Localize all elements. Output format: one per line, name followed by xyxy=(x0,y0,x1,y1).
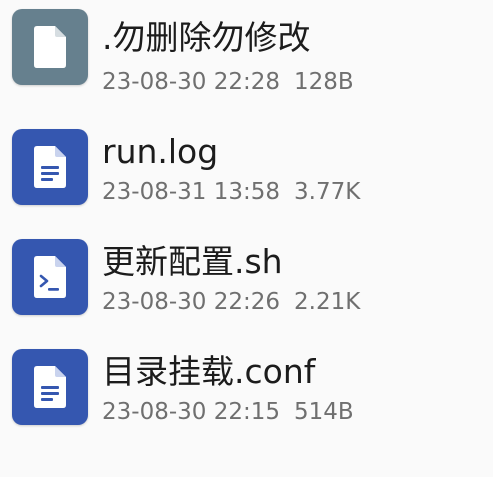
file-name: .勿删除勿修改 xyxy=(102,18,311,57)
text-document-icon xyxy=(12,129,88,205)
file-row[interactable]: 目录挂载.conf 23-08-30 22:15 514B xyxy=(0,330,493,440)
file-date: 23-08-30 22:26 xyxy=(102,289,280,315)
file-row[interactable]: .勿删除勿修改 23-08-30 22:28 128B xyxy=(0,0,493,110)
text-document-icon xyxy=(12,349,88,425)
file-date: 23-08-31 13:58 xyxy=(102,179,280,205)
file-name: 目录挂载.conf xyxy=(102,352,316,391)
file-list: .勿删除勿修改 23-08-30 22:28 128B run.log 23-08… xyxy=(0,0,493,477)
terminal-script-icon xyxy=(12,239,88,315)
file-meta: 23-08-30 22:26 2.21K xyxy=(102,288,360,316)
file-size: 3.77K xyxy=(294,179,361,205)
file-row[interactable]: run.log 23-08-31 13:58 3.77K xyxy=(0,110,493,220)
file-size: 2.21K xyxy=(294,289,361,315)
file-size: 128B xyxy=(294,69,354,95)
file-meta: 23-08-30 22:28 128B xyxy=(102,68,354,96)
file-date: 23-08-30 22:28 xyxy=(102,69,280,95)
file-name: 更新配置.sh xyxy=(102,242,283,281)
file-row[interactable]: 更新配置.sh 23-08-30 22:26 2.21K xyxy=(0,220,493,330)
file-meta: 23-08-30 22:15 514B xyxy=(102,398,354,426)
blank-file-icon xyxy=(12,9,88,85)
file-size: 514B xyxy=(294,399,354,425)
file-meta: 23-08-31 13:58 3.77K xyxy=(102,178,360,206)
file-date: 23-08-30 22:15 xyxy=(102,399,280,425)
file-name: run.log xyxy=(102,132,219,171)
